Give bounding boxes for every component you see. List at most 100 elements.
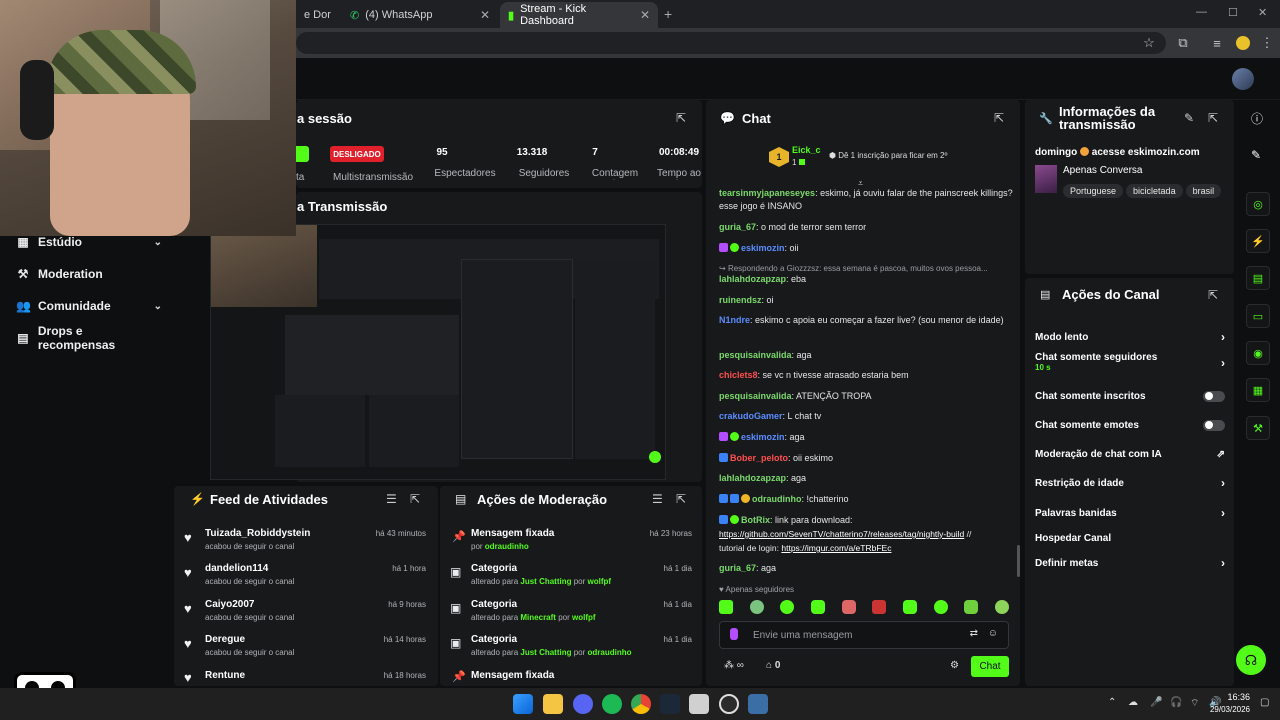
chat-user[interactable]: pesquisainvalida	[719, 350, 792, 360]
close-icon[interactable]: ✕	[640, 8, 650, 22]
windows-start-icon[interactable]	[513, 694, 533, 714]
clock-date[interactable]: 29/03/2026	[1206, 705, 1250, 714]
steam-icon[interactable]	[660, 694, 680, 714]
emote-icon[interactable]	[719, 600, 733, 614]
wifi-icon[interactable]: ⌔	[1190, 697, 1199, 710]
chat-input[interactable]: Envie uma mensagem ⇄ ☺	[719, 621, 1009, 649]
emoji-icon[interactable]: ☺	[988, 628, 998, 639]
support-button[interactable]: ☊	[1236, 645, 1266, 675]
chat-rail-icon[interactable]: ▭	[1246, 304, 1270, 328]
action-subs-only[interactable]: Chat somente inscritos	[1035, 387, 1225, 405]
chat-user[interactable]: ruinendsz	[719, 295, 762, 305]
popout-icon[interactable]: ⇱	[676, 111, 686, 125]
action-followers-only[interactable]: Chat somente seguidores 10 s ›	[1035, 352, 1225, 378]
top-gifter-name[interactable]: Eick_c	[792, 145, 821, 155]
sidebar-item-comunidade[interactable]: 👥 Comunidade ⌄	[16, 295, 162, 317]
emote-icon[interactable]	[902, 600, 917, 614]
feed-user[interactable]: Caiyo2007	[205, 599, 254, 610]
notifications-icon[interactable]: ▢	[1260, 697, 1269, 708]
minimize-icon[interactable]: —	[1196, 6, 1207, 18]
category-name[interactable]: Apenas Conversa	[1063, 165, 1143, 176]
menu-icon[interactable]: ⋮	[1258, 34, 1276, 52]
info-icon[interactable]: ⓘ	[1251, 110, 1263, 127]
broadcast-rail-icon[interactable]: ◉	[1246, 341, 1270, 365]
chat-user[interactable]: odraudinho	[752, 494, 802, 504]
chat-user[interactable]: pesquisainvalida	[719, 391, 792, 401]
mod-by[interactable]: wolfpf	[572, 613, 596, 622]
action-slow-mode[interactable]: Modo lento ›	[1035, 328, 1225, 346]
media-icon[interactable]: ≡	[1208, 34, 1226, 52]
chrome-icon[interactable]	[631, 694, 651, 714]
feed-user[interactable]: Tuizada_Robiddystein	[205, 528, 310, 539]
doc-rail-icon[interactable]: ▤	[1246, 266, 1270, 290]
new-tab-icon[interactable]: +	[664, 6, 672, 22]
browser-tab-other[interactable]: e Dor	[296, 2, 342, 28]
layout-rail-icon[interactable]: ▦	[1246, 378, 1270, 402]
popout-icon[interactable]: ⇱	[994, 111, 1004, 125]
filter-icon[interactable]: ☰	[652, 492, 663, 506]
spotify-icon[interactable]	[602, 694, 622, 714]
mod-value[interactable]: odraudinho	[485, 542, 529, 551]
emotes-only-toggle[interactable]	[1203, 419, 1225, 431]
bolt-rail-icon[interactable]: ⚡	[1246, 229, 1270, 253]
chat-user[interactable]: guria_67	[719, 222, 756, 232]
chat-user[interactable]: chiclets8	[719, 370, 758, 380]
tag[interactable]: brasil	[1185, 184, 1222, 198]
notepad-icon[interactable]	[689, 694, 709, 714]
action-set-goals[interactable]: Definir metas ›	[1035, 554, 1225, 572]
chat-user[interactable]: tearsinmyjapaneseyes	[719, 188, 815, 198]
browser-tab-whatsapp[interactable]: ✆ (4) WhatsApp ✕	[342, 2, 498, 28]
users-online[interactable]: ⁂ ∞	[724, 660, 744, 671]
action-ai-moderation[interactable]: Moderação de chat com IA ⇗	[1035, 445, 1225, 463]
profile-icon[interactable]	[1234, 34, 1252, 52]
chat-user[interactable]: N1ndre	[719, 315, 750, 325]
tag[interactable]: Portuguese	[1063, 184, 1124, 198]
chat-user[interactable]: lahlahdozapzap	[719, 473, 786, 483]
chat-user[interactable]: guria_67	[719, 563, 756, 573]
chat-link[interactable]: https://imgur.com/a/eTRbFEc	[781, 543, 891, 553]
wrench-rail-icon[interactable]: ⚒	[1246, 416, 1270, 440]
mod-by[interactable]: odraudinho	[588, 648, 632, 657]
onedrive-icon[interactable]: ☁	[1128, 697, 1138, 708]
action-emotes-only[interactable]: Chat somente emotes	[1035, 416, 1225, 434]
store-count[interactable]: ⌂ 0	[766, 660, 780, 671]
file-explorer-icon[interactable]	[543, 694, 563, 714]
emote-icon[interactable]	[841, 600, 856, 614]
mod-by[interactable]: wolfpf	[588, 577, 612, 586]
star-icon[interactable]: ☆	[1140, 34, 1158, 52]
headset-tray-icon[interactable]: 🎧	[1170, 697, 1182, 708]
avatar[interactable]	[1232, 68, 1254, 90]
extensions-icon[interactable]: ⧉	[1174, 34, 1192, 52]
window-close-icon[interactable]: ✕	[1258, 6, 1267, 19]
emote-icon[interactable]	[994, 600, 1009, 614]
chat-link[interactable]: https://github.com/SevenTV/chatterino7/r…	[719, 529, 964, 539]
translate-icon[interactable]: ⇄	[970, 628, 978, 639]
stream-video[interactable]	[210, 224, 666, 480]
popout-icon[interactable]: ⇱	[410, 492, 420, 506]
send-chat-button[interactable]: Chat	[971, 656, 1009, 677]
sidebar-item-drops[interactable]: ▤ Drops e recompensas	[16, 324, 162, 352]
chat-scrollbar[interactable]	[1017, 545, 1020, 577]
emote-icon[interactable]	[933, 600, 948, 614]
mic-tray-icon[interactable]: 🎤	[1150, 697, 1162, 708]
chat-user[interactable]: Bober_peloto	[730, 453, 788, 463]
chat-user[interactable]: crakudoGamer	[719, 411, 783, 421]
target-icon[interactable]: ◎	[1246, 192, 1270, 216]
action-host-channel[interactable]: Hospedar Canal	[1035, 529, 1225, 547]
url-field[interactable]	[296, 32, 1166, 54]
edit-icon[interactable]: ✎	[1184, 111, 1194, 125]
chat-user[interactable]: eskimozin	[741, 243, 785, 253]
feed-user[interactable]: Deregue	[205, 634, 245, 645]
subs-only-toggle[interactable]	[1203, 390, 1225, 402]
emote-icon[interactable]	[749, 600, 764, 614]
maximize-icon[interactable]: ☐	[1228, 6, 1238, 19]
emote-icon[interactable]	[872, 600, 887, 614]
action-banned-words[interactable]: Palavras banidas ›	[1035, 504, 1225, 522]
feed-user[interactable]: dandelion114	[205, 563, 268, 574]
emote-icon[interactable]	[964, 600, 979, 614]
chat-user[interactable]: eskimozin	[741, 432, 785, 442]
feed-user[interactable]: Rentune	[205, 670, 245, 681]
discord-icon[interactable]	[573, 694, 593, 714]
action-age-restriction[interactable]: Restrição de idade ›	[1035, 474, 1225, 492]
edit-rail-icon[interactable]: ✎	[1251, 148, 1261, 162]
